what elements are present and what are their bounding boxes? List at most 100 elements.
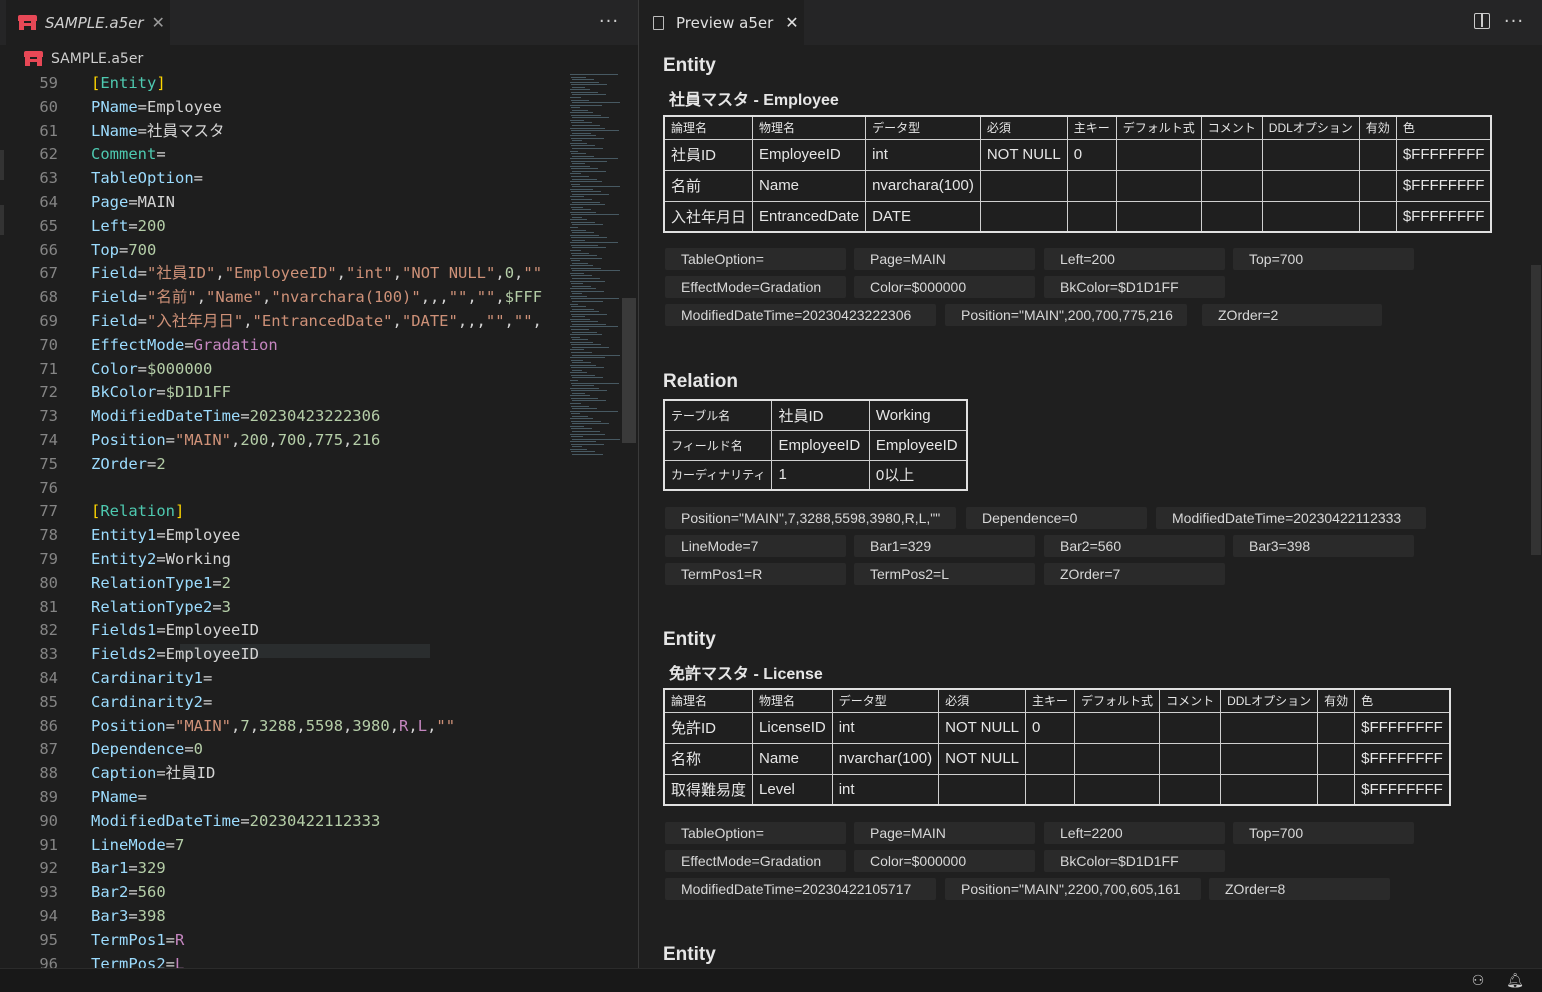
table-cell: カーディナリティ: [663, 459, 773, 491]
code-line[interactable]: 62 Comment=: [0, 143, 560, 167]
table-cell: [1074, 742, 1161, 775]
minimap-line: [572, 431, 600, 432]
table-row: フィールド名 EmployeeID EmployeeID: [663, 429, 968, 461]
line-number: 74: [39, 431, 58, 449]
code-line[interactable]: 96 TermPos2=L: [0, 953, 560, 968]
code-line[interactable]: 75 ZOrder=2: [0, 453, 560, 477]
notifications-bell-icon[interactable]: 🔔︎: [1506, 972, 1524, 990]
code-line[interactable]: 83 Fields2=EmployeeID: [0, 643, 560, 667]
code-token: Top: [91, 240, 119, 259]
close-icon[interactable]: ✕: [785, 13, 798, 32]
code-token: =: [128, 193, 138, 211]
section-heading-relation: Relation: [663, 371, 738, 392]
property-chip: Top=700: [1233, 248, 1414, 270]
table-row: 名称 Name nvarchar(100) NOT NULL $FFFFFFFF: [663, 742, 1451, 775]
code-line[interactable]: 92 Bar1=329: [0, 857, 560, 881]
code-line[interactable]: 66 Top=700: [0, 239, 560, 263]
preview-scrollbar-thumb[interactable]: [1531, 265, 1541, 555]
code-line[interactable]: 94 Bar3=398: [0, 905, 560, 929]
editor-tab-sample[interactable]: SAMPLE.a5er ✕: [6, 0, 170, 45]
property-chip: LineMode=7: [665, 535, 846, 557]
code-token: 20230422112333: [249, 811, 381, 830]
code-token: PName: [91, 97, 138, 116]
minimap-line: [572, 408, 597, 410]
code-token: Cardinarity1: [91, 669, 203, 687]
more-actions-icon[interactable]: ···: [597, 10, 621, 34]
code-area[interactable]: 59 [Entity] 60 PName=Employee 61 LName=社員マスタ 6…: [0, 72, 560, 968]
accounts-icon[interactable]: ⚇: [1469, 972, 1487, 990]
minimap-line: [571, 428, 592, 430]
code-token: Position: [91, 716, 166, 735]
code-line[interactable]: 88 Caption=社員ID: [0, 762, 560, 786]
line-number: 62: [39, 145, 58, 164]
minimap-line: [571, 420, 601, 422]
code-line[interactable]: 63 TableOption=: [0, 167, 560, 191]
code-line[interactable]: 79 Entity2=Working: [0, 548, 560, 572]
code-line[interactable]: 70 EffectMode=Gradation: [0, 334, 560, 358]
minimap-line: [571, 84, 607, 86]
table-cell: [1115, 200, 1202, 233]
code-token: 3980: [352, 716, 390, 735]
code-line[interactable]: 93 Bar2=560: [0, 881, 560, 905]
code-line[interactable]: 91 LineMode=7: [0, 834, 560, 858]
minimap-line: [570, 150, 578, 152]
split-editor-icon[interactable]: [1474, 13, 1490, 29]
code-line[interactable]: 60 PName=Employee: [0, 96, 560, 120]
entity-title: 免許マスタ - License: [669, 666, 823, 683]
code-line[interactable]: 77 [Relation]: [0, 500, 560, 524]
minimap-line: [570, 257, 602, 259]
code-line[interactable]: 72 BkColor=$D1D1FF: [0, 381, 560, 405]
minimap-line: [570, 127, 605, 129]
minimap-line: [572, 392, 585, 394]
code-line[interactable]: 89 PName=: [0, 786, 560, 810]
code-line[interactable]: 87 Dependence=0: [0, 738, 560, 762]
code-line[interactable]: 78 Entity1=Employee: [0, 524, 560, 548]
breadcrumb[interactable]: SAMPLE.a5er: [0, 45, 638, 72]
code-line[interactable]: 67 Field="社員ID","EmployeeID","int","NOT N…: [0, 262, 560, 286]
table-cell: int: [865, 138, 981, 171]
minimap-line: [571, 321, 598, 323]
breadcrumb-file[interactable]: SAMPLE.a5er: [51, 51, 143, 67]
minimap[interactable]: [566, 72, 621, 462]
code-line[interactable]: 86 Position="MAIN",7,3288,5598,3980,R,L,"…: [0, 715, 560, 739]
code-token: =: [128, 883, 138, 902]
code-line[interactable]: 81 RelationType2=3: [0, 596, 560, 620]
code-line[interactable]: 65 Left=200: [0, 215, 560, 239]
code-line[interactable]: 80 RelationType1=2: [0, 572, 560, 596]
code-line[interactable]: 95 TermPos1=R: [0, 929, 560, 953]
line-number: 63: [39, 169, 58, 188]
code-line[interactable]: 73 ModifiedDateTime=20230423222306: [0, 405, 560, 429]
code-token: 3: [221, 597, 232, 616]
code-line[interactable]: 61 LName=社員マスタ: [0, 120, 560, 144]
code-line[interactable]: 76: [0, 477, 560, 501]
minimap-line: [571, 374, 595, 376]
minimap-line: [572, 193, 609, 195]
code-line[interactable]: 90 ModifiedDateTime=20230422112333: [0, 810, 560, 834]
code-token: =: [119, 240, 129, 259]
close-icon[interactable]: ✕: [152, 13, 165, 32]
minimap-line: [572, 453, 603, 455]
property-chip: Color=$000000: [854, 850, 1035, 872]
code-line[interactable]: 84 Cardinarity1=: [0, 667, 560, 691]
minimap-line: [571, 313, 607, 315]
minimap-line: [571, 114, 601, 116]
code-token: "": [476, 288, 496, 307]
code-token: =: [156, 526, 166, 545]
more-actions-icon[interactable]: ···: [1502, 10, 1526, 34]
code-token: ,: [514, 264, 524, 283]
property-chip: Position="MAIN",2200,700,605,161: [945, 878, 1201, 900]
editor-scrollbar-thumb[interactable]: [622, 298, 636, 443]
code-line[interactable]: 68 Field="名前","Name","nvarchara(100)",,,"…: [0, 286, 560, 310]
code-line[interactable]: 82 Fields1=EmployeeID: [0, 619, 560, 643]
code-line[interactable]: 59 [Entity]: [0, 72, 560, 96]
code-line[interactable]: 71 Color=$000000: [0, 358, 560, 382]
code-line[interactable]: 69 Field="入社年月日","EntrancedDate","DATE",,…: [0, 310, 560, 334]
preview-tab[interactable]: Preview a5er ✕: [639, 0, 804, 45]
minimap-line: [570, 249, 581, 251]
column-header: 必須: [938, 688, 1027, 713]
code-line[interactable]: 74 Position="MAIN",200,700,775,216: [0, 429, 560, 453]
code-line[interactable]: 85 Cardinarity2=: [0, 691, 560, 715]
code-token: LName: [91, 121, 138, 140]
code-line[interactable]: 64 Page=MAIN: [0, 191, 560, 215]
code-token: ,: [215, 264, 225, 283]
